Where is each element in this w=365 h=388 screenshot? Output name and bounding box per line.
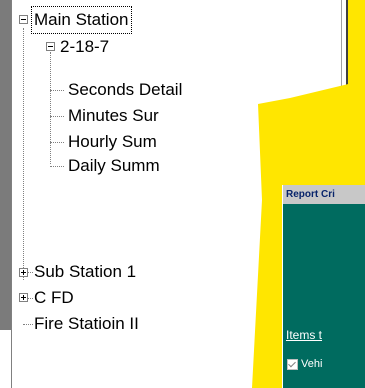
vehicle-checkbox-row[interactable]: Vehi bbox=[287, 358, 322, 370]
screenshot-scene: Main Station 2-18-7 Seconds Detail Minut… bbox=[0, 0, 365, 388]
vehicle-checkbox-label: Vehi bbox=[301, 358, 323, 370]
checkbox-checked-icon[interactable] bbox=[287, 358, 298, 370]
items-link[interactable]: Items t bbox=[286, 328, 322, 342]
dialog-title-bar[interactable]: Report Cri bbox=[283, 185, 365, 204]
report-criteria-dialog[interactable]: Report Cri Items t Vehi bbox=[282, 185, 365, 388]
